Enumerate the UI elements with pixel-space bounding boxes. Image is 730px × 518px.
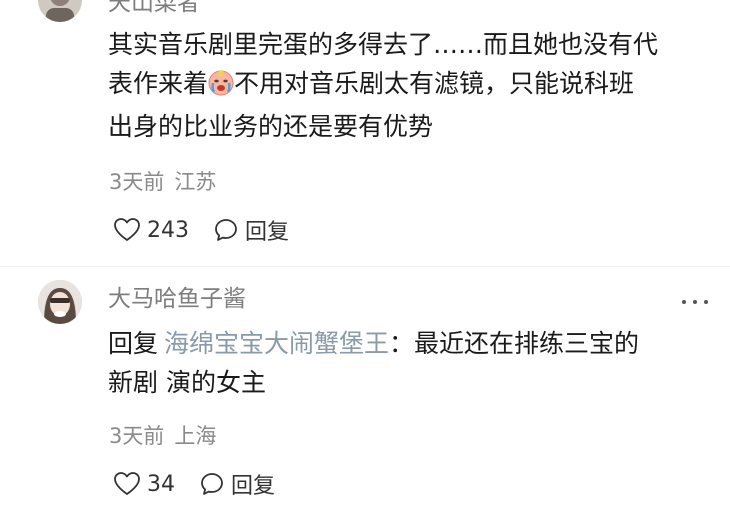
speech-bubble-icon: [215, 219, 237, 241]
crying-face-emoji: [208, 68, 234, 107]
like-button[interactable]: 34: [113, 471, 175, 497]
avatar[interactable]: [38, 0, 82, 22]
comment-text-line: 新剧 演的女主: [108, 368, 266, 397]
reply-label: 回复: [245, 220, 290, 245]
comment-text-line: 表作来着 不用对音乐剧太有滤镜，只能说科班: [108, 64, 708, 107]
avatar[interactable]: [38, 280, 82, 324]
reply-colon: ：: [389, 329, 415, 358]
more-options-icon[interactable]: [682, 298, 708, 306]
comment-text-segment: 表作来着: [108, 69, 209, 98]
comment-item: 天山菜者 其实音乐剧里完蛋的多得去了……而且她也没有代 表作来着 不用对音乐剧太…: [0, 0, 730, 266]
comment-location: 上海: [174, 424, 217, 448]
comment-text-segment: 最近还在排练三宝的: [414, 329, 640, 358]
comment-text: 其实音乐剧里完蛋的多得去了……而且她也没有代 表作来着 不用对音乐剧太有滤镜，只…: [108, 25, 708, 146]
comment-username[interactable]: 天山菜者: [108, 0, 200, 17]
like-count: 243: [147, 217, 189, 243]
comment-actions: 243 回复: [113, 215, 289, 245]
comment-text-segment: 不用对音乐剧太有滤镜，只能说科班: [234, 69, 635, 98]
reply-prefix: 回复: [108, 329, 159, 358]
like-count: 34: [147, 471, 175, 497]
comment-time: 3天前: [109, 424, 165, 448]
heart-icon: [114, 472, 140, 495]
avatar-image: [38, 280, 82, 324]
comment-username[interactable]: 大马哈鱼子酱: [108, 285, 246, 313]
reply-button[interactable]: 回复: [199, 468, 275, 500]
like-button[interactable]: 243: [113, 217, 189, 243]
reply-button[interactable]: 回复: [213, 214, 289, 246]
reply-target-username[interactable]: 海绵宝宝大闹蟹堡王: [164, 329, 389, 358]
comment-meta: 3天前 江苏: [109, 169, 216, 195]
speech-bubble-icon: [201, 473, 223, 495]
heart-icon: [114, 218, 140, 241]
comment-item: 大马哈鱼子酱 回复 海绵宝宝大闹蟹堡王：最近还在排练三宝的 新剧 演的女主 3天前…: [0, 266, 730, 518]
comment-text-line: 回复 海绵宝宝大闹蟹堡王：最近还在排练三宝的: [108, 324, 708, 363]
comment-actions: 34 回复: [113, 469, 275, 499]
comment-text-line: 其实音乐剧里完蛋的多得去了……而且她也没有代: [108, 30, 659, 59]
comment-time: 3天前: [109, 170, 165, 194]
comment-text: 回复 海绵宝宝大闹蟹堡王：最近还在排练三宝的 新剧 演的女主: [108, 324, 708, 402]
reply-label: 回复: [231, 474, 276, 499]
comment-text-line: 出身的比业务的还是要有优势: [108, 112, 434, 141]
comment-location: 江苏: [174, 170, 217, 194]
avatar-image: [38, 0, 82, 22]
comment-meta: 3天前 上海: [109, 423, 216, 449]
